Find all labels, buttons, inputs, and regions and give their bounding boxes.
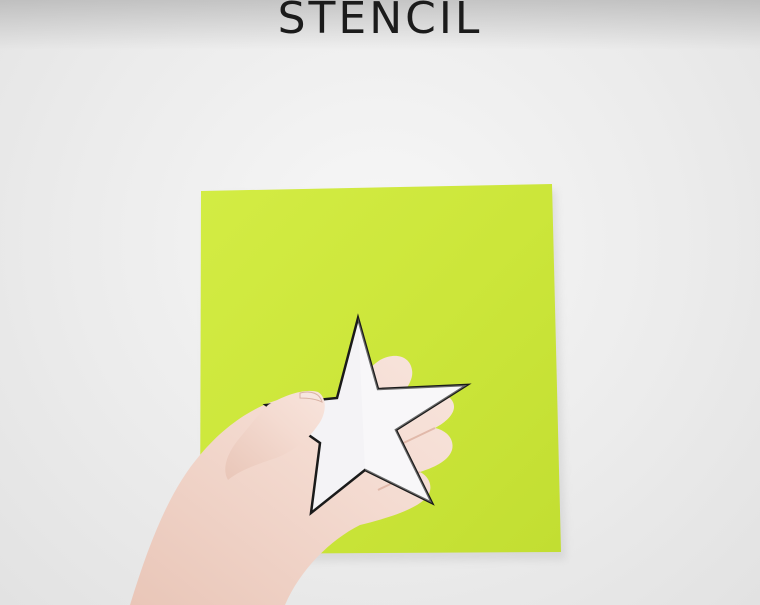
- scene-illustration: [130, 184, 566, 605]
- photo-scene: STENCIL: [0, 0, 760, 605]
